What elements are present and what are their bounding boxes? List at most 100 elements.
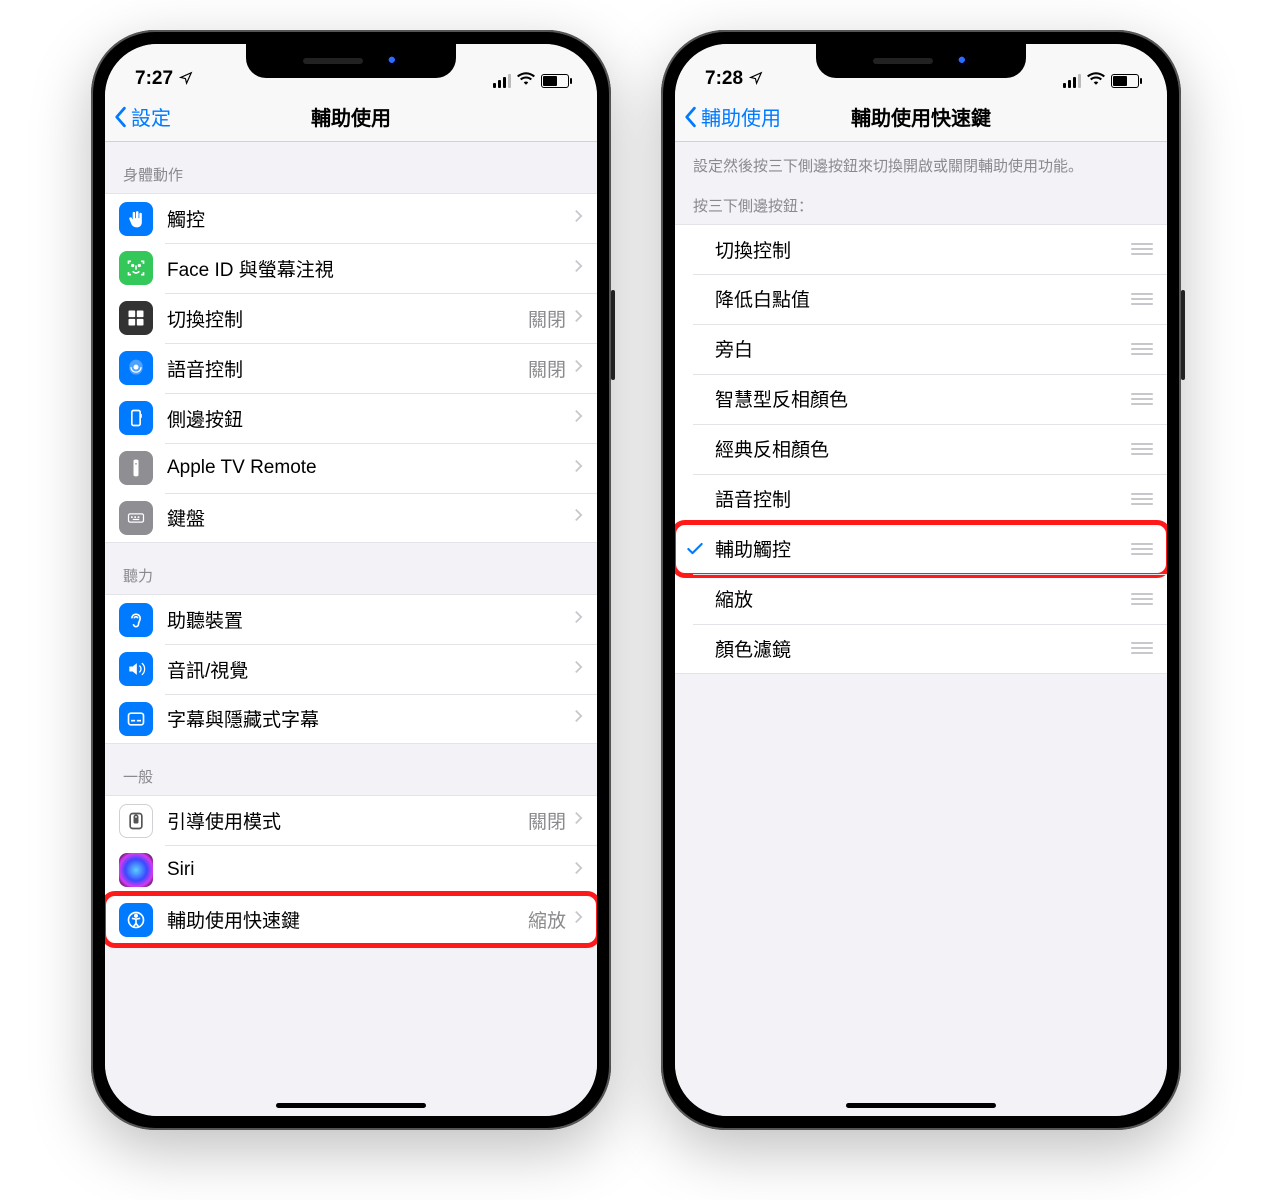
back-button[interactable]: 輔助使用 [683,92,781,141]
option-classic-invert[interactable]: 經典反相顏色 [675,424,1167,474]
sidebtn-icon [119,401,153,435]
page-title: 輔助使用快速鍵 [851,102,991,131]
home-indicator[interactable] [846,1103,996,1108]
option-zoom[interactable]: 縮放 [675,574,1167,624]
option-label: 顏色濾鏡 [715,635,1123,662]
back-label: 設定 [131,102,171,131]
row-label: 輔助使用快速鍵 [167,906,528,933]
row-touch[interactable]: 觸控 [105,193,597,243]
reorder-handle-icon[interactable] [1131,443,1153,455]
option-reduce-white-point[interactable]: 降低白點值 [675,274,1167,324]
row-guided-access[interactable]: 引導使用模式 關閉 [105,795,597,845]
option-switch-control[interactable]: 切換控制 [675,224,1167,274]
reorder-handle-icon[interactable] [1131,642,1153,654]
reorder-handle-icon[interactable] [1131,593,1153,605]
wifi-icon [517,71,535,90]
row-siri[interactable]: Siri [105,845,597,895]
row-captions[interactable]: 字幕與隱藏式字幕 [105,694,597,744]
option-voice-control[interactable]: 語音控制 [675,474,1167,524]
section-header-general: 一般 [105,744,597,795]
home-indicator[interactable] [276,1103,426,1108]
audio-icon [119,652,153,686]
option-voiceover[interactable]: 旁白 [675,324,1167,374]
checkmark-icon [675,539,715,559]
reorder-handle-icon[interactable] [1131,393,1153,405]
list-physical: 觸控 Face ID 與螢幕注視 切換控制 關閉 語音控制 [105,193,597,543]
guided-icon [119,804,153,838]
shortcut-list: 切換控制 降低白點值 旁白 智慧型反相顏色 [675,224,1167,674]
row-keyboard[interactable]: 鍵盤 [105,493,597,543]
chevron-right-icon [574,408,583,429]
section-description: 設定然後按三下側邊按鈕來切換開啟或關閉輔助使用功能。 [675,142,1167,185]
row-hearing-devices[interactable]: 助聽裝置 [105,594,597,644]
page-title: 輔助使用 [311,102,391,131]
ear-icon [119,603,153,637]
chevron-right-icon [574,507,583,528]
option-color-filters[interactable]: 顏色濾鏡 [675,624,1167,674]
row-apple-tv-remote[interactable]: Apple TV Remote [105,443,597,493]
row-voice-control[interactable]: 語音控制 關閉 [105,343,597,393]
row-label: 語音控制 [167,355,528,382]
signal-icon [1063,74,1081,88]
nav-bar: 輔助使用 輔助使用快速鍵 [675,92,1167,142]
row-value: 縮放 [528,906,566,933]
phone-left: 7:27 設定 輔助使用 身體動作 [91,30,611,1130]
remote-icon [119,451,153,485]
option-assistive-touch[interactable]: 輔助觸控 [675,524,1167,574]
reorder-handle-icon[interactable] [1131,343,1153,355]
chevron-right-icon [574,358,583,379]
row-label: 字幕與隱藏式字幕 [167,705,574,732]
shortcut-content[interactable]: 設定然後按三下側邊按鈕來切換開啟或關閉輔助使用功能。 按三下側邊按鈕： 切換控制… [675,142,1167,1116]
chevron-right-icon [574,659,583,680]
keyboard-icon [119,501,153,535]
chevron-right-icon [574,810,583,831]
section-header-hearing: 聽力 [105,543,597,594]
chevron-right-icon [574,909,583,930]
row-label: 觸控 [167,205,574,232]
status-time: 7:27 [135,68,173,90]
switch-icon [119,301,153,335]
row-accessibility-shortcut[interactable]: 輔助使用快速鍵 縮放 [105,895,597,945]
option-label: 旁白 [715,335,1123,362]
row-value: 關閉 [528,807,566,834]
caption-icon [119,702,153,736]
phone-right: 7:28 輔助使用 輔助使用快速鍵 設定然後按三下側邊按鈕來切換開啟或關閉輔 [661,30,1181,1130]
option-label: 縮放 [715,585,1123,612]
notch [816,44,1026,78]
settings-content[interactable]: 身體動作 觸控 Face ID 與螢幕注視 切換控制 關閉 [105,142,597,1116]
chevron-right-icon [574,860,583,881]
row-label: 音訊/視覺 [167,656,574,683]
location-icon [749,71,763,88]
chevron-right-icon [574,258,583,279]
section-header-physical: 身體動作 [105,142,597,193]
row-value: 關閉 [528,305,566,332]
chevron-right-icon [574,458,583,479]
reorder-handle-icon[interactable] [1131,493,1153,505]
row-label: 切換控制 [167,305,528,332]
row-label: Siri [167,859,574,881]
row-switch-control[interactable]: 切換控制 關閉 [105,293,597,343]
reorder-handle-icon[interactable] [1131,543,1153,555]
option-label: 輔助觸控 [715,535,1123,562]
row-audio-visual[interactable]: 音訊/視覺 [105,644,597,694]
option-label: 經典反相顏色 [715,435,1123,462]
option-label: 切換控制 [715,236,1123,263]
back-label: 輔助使用 [701,102,781,131]
nav-bar: 設定 輔助使用 [105,92,597,142]
back-button[interactable]: 設定 [113,92,171,141]
chevron-right-icon [574,708,583,729]
battery-icon [541,74,569,88]
row-side-button[interactable]: 側邊按鈕 [105,393,597,443]
row-label: 引導使用模式 [167,807,528,834]
row-faceid[interactable]: Face ID 與螢幕注視 [105,243,597,293]
signal-icon [493,74,511,88]
option-smart-invert[interactable]: 智慧型反相顏色 [675,374,1167,424]
reorder-handle-icon[interactable] [1131,293,1153,305]
reorder-handle-icon[interactable] [1131,243,1153,255]
chevron-right-icon [574,208,583,229]
row-label: 助聽裝置 [167,606,574,633]
row-label: Apple TV Remote [167,457,574,479]
wifi-icon [1087,71,1105,90]
chevron-right-icon [574,609,583,630]
row-label: 鍵盤 [167,504,574,531]
